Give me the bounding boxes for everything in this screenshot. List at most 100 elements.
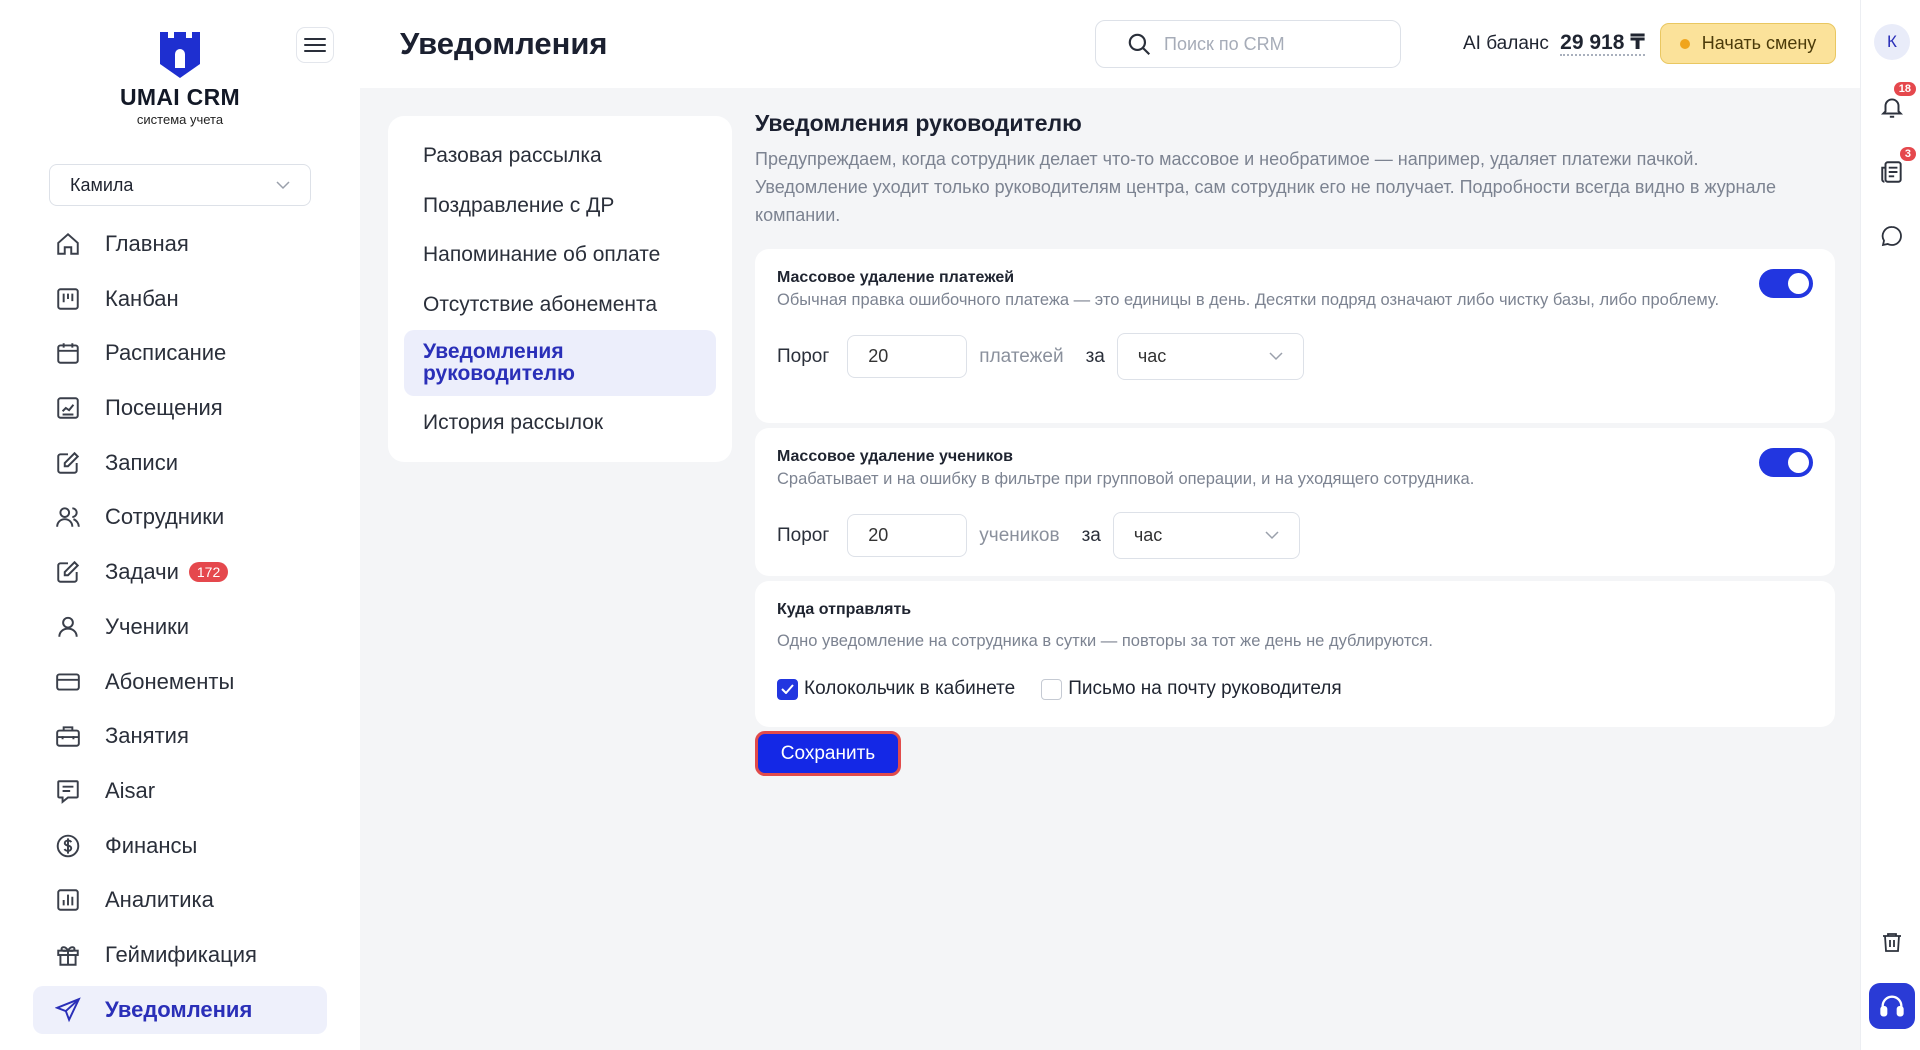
card-description: Одно уведомление на сотрудника в сутки —… <box>777 632 1433 650</box>
bell-checkbox-label[interactable]: Колокольчик в кабинете <box>804 678 1015 700</box>
send-icon <box>53 995 83 1025</box>
sidebar-item-classes[interactable]: Занятия <box>33 712 327 760</box>
ai-balance[interactable]: AI баланс 29 918 ₸ <box>1463 30 1645 56</box>
sidebar-item-records[interactable]: Записи <box>33 439 327 487</box>
branch-select[interactable]: Камила <box>49 164 311 206</box>
threshold-row: Порог 20 учеников за час <box>777 512 1813 559</box>
sidebar-item-analytics[interactable]: Аналитика <box>33 876 327 924</box>
briefcase-icon <box>53 721 83 751</box>
castle-logo-icon <box>160 32 200 78</box>
card-title: Куда отправлять <box>777 601 912 618</box>
threshold-row: Порог 20 платежей за час <box>777 333 1813 380</box>
sidebar-item-label: Главная <box>105 231 189 256</box>
gift-icon <box>53 940 83 970</box>
sidebar-item-schedule[interactable]: Расписание <box>33 329 327 377</box>
sidebar-item-label: Посещения <box>105 395 223 421</box>
start-shift-button[interactable]: Начать смену <box>1660 23 1836 64</box>
search-box[interactable] <box>1095 20 1401 68</box>
notifications-button[interactable]: 18 <box>1876 82 1916 123</box>
support-button[interactable] <box>1869 983 1915 1029</box>
subnav-item-manager-notifications[interactable]: Уведомления руководителю <box>404 330 716 396</box>
avatar[interactable]: К <box>1874 24 1910 60</box>
chart-icon <box>53 393 83 423</box>
subnav-item-birthday[interactable]: Поздравление с ДР <box>404 182 716 230</box>
tasks-icon <box>53 557 83 587</box>
threshold-label: Порог <box>777 524 830 546</box>
subnav-item-broadcast[interactable]: Разовая рассылка <box>404 132 716 180</box>
bell-icon <box>1880 98 1904 118</box>
search-icon <box>1128 33 1151 56</box>
sidebar-item-label: Расписание <box>105 340 227 366</box>
sidebar-item-kanban[interactable]: Канбан <box>33 275 327 323</box>
section-description: Предупреждаем, когда сотрудник делает чт… <box>755 149 1777 225</box>
sidebar-item-label: Канбан <box>105 285 179 311</box>
search-input[interactable] <box>1164 33 1394 55</box>
brand-subtitle: система учета <box>136 112 224 127</box>
threshold-label: Порог <box>777 345 830 367</box>
email-checkbox[interactable] <box>1041 678 1063 700</box>
payments-threshold-input[interactable]: 20 <box>847 335 968 378</box>
chevron-down-icon <box>276 180 290 189</box>
analytics-icon <box>53 885 83 915</box>
email-checkbox-label[interactable]: Письмо на почту руководителя <box>1068 678 1341 700</box>
dollar-icon <box>53 831 83 861</box>
tasks-count-badge: 172 <box>188 562 229 583</box>
edit-icon <box>53 448 83 478</box>
trash-button[interactable] <box>1876 926 1908 958</box>
sidebar-item-subscriptions[interactable]: Абонементы <box>33 658 327 706</box>
period-select-value: час <box>1137 346 1167 366</box>
news-button[interactable]: 3 <box>1876 147 1916 188</box>
per-label: за <box>1085 345 1105 367</box>
sidebar-item-aisar[interactable]: Aisar <box>33 767 327 815</box>
sidebar-item-label: Геймификация <box>105 941 257 967</box>
students-period-select[interactable]: час <box>1112 512 1300 559</box>
subnav-item-no-subscription[interactable]: Отсутствие абонемента <box>404 281 716 329</box>
threshold-unit: учеников <box>979 524 1060 546</box>
sidebar-item-finance[interactable]: Финансы <box>33 822 327 870</box>
newspaper-icon <box>1881 161 1902 183</box>
message-icon <box>53 776 83 806</box>
threshold-unit: платежей <box>979 345 1064 367</box>
menu-toggle-button[interactable] <box>296 27 334 63</box>
sidebar-item-label: Сотрудники <box>105 504 225 530</box>
delivery-card: Куда отправлять Одно уведомление на сотр… <box>755 581 1835 727</box>
sidebar-item-home[interactable]: Главная <box>33 220 327 268</box>
chevron-down-icon <box>1265 531 1279 540</box>
trash-icon <box>1883 933 1901 952</box>
sidebar-item-students[interactable]: Ученики <box>33 603 327 651</box>
checkmark-icon <box>781 684 794 694</box>
calendar-icon <box>53 338 83 368</box>
sidebar-item-tasks[interactable]: Задачи 172 <box>33 548 327 596</box>
subnav-item-payment-reminder[interactable]: Напоминание об оплате <box>404 231 716 279</box>
headset-icon <box>1880 995 1904 1017</box>
students-toggle[interactable] <box>1759 448 1813 477</box>
sidebar-item-visits[interactable]: Посещения <box>33 384 327 432</box>
news-badge: 3 <box>1899 147 1916 161</box>
delivery-options: Колокольчик в кабинете Письмо на почту р… <box>777 678 1813 700</box>
per-label: за <box>1081 524 1101 546</box>
students-threshold-input[interactable]: 20 <box>847 514 968 557</box>
sidebar-item-gamification[interactable]: Геймификация <box>33 931 327 979</box>
kanban-icon <box>53 284 83 314</box>
main-content: Уведомления руководителю Предупреждаем, … <box>755 110 1835 776</box>
chevron-down-icon <box>1269 352 1283 361</box>
payments-toggle[interactable] <box>1759 269 1813 298</box>
sidebar-item-label: Финансы <box>105 832 198 858</box>
top-header: Уведомления AI баланс 29 918 ₸ Начать см… <box>360 0 1860 88</box>
payments-period-select[interactable]: час <box>1116 333 1304 380</box>
ai-balance-label: AI баланс <box>1463 33 1549 54</box>
sidebar-item-label: Записи <box>105 449 179 475</box>
chat-button[interactable] <box>1876 220 1908 252</box>
bell-checkbox[interactable] <box>777 678 798 700</box>
sidebar-item-staff[interactable]: Сотрудники <box>33 493 327 541</box>
sidebar-item-label: Занятия <box>105 723 189 749</box>
students-deletion-card: Массовое удаление учеников Срабатывает и… <box>755 428 1835 576</box>
section-title: Уведомления руководителю <box>755 110 1082 136</box>
card-title: Массовое удаление платежей <box>777 269 1015 286</box>
subnav-item-history[interactable]: История рассылок <box>404 399 716 447</box>
save-button[interactable]: Сохранить <box>755 731 901 776</box>
logo[interactable]: UMAI CRM система учета <box>120 30 240 127</box>
ai-balance-value: 29 918 ₸ <box>1560 31 1645 56</box>
sidebar-item-label: Абонементы <box>105 668 235 694</box>
sidebar-item-notifications[interactable]: Уведомления <box>33 985 327 1034</box>
